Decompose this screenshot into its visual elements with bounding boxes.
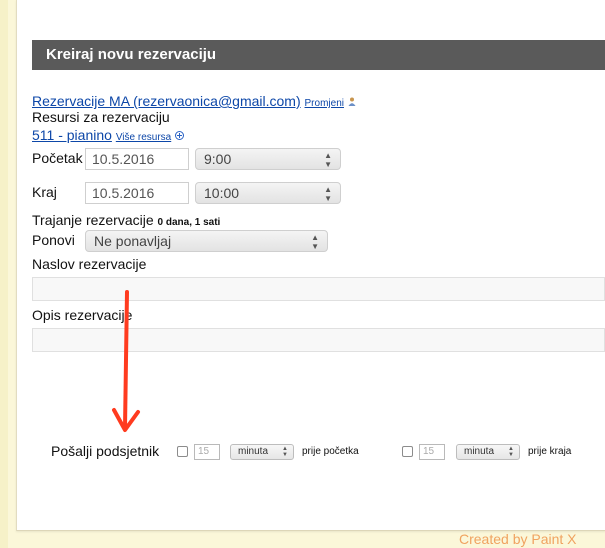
select-arrows-icon: ▲ ▼ bbox=[324, 185, 332, 203]
reminder-start-amount-input[interactable]: 15 bbox=[194, 444, 220, 460]
add-circle-icon[interactable] bbox=[175, 127, 185, 143]
start-label: Početak bbox=[32, 150, 83, 166]
reminder-label: Pošalji podsjetnik bbox=[51, 443, 160, 459]
more-resources-link[interactable]: Više resursa bbox=[116, 132, 171, 143]
start-date-input[interactable]: 10.5.2016 bbox=[85, 148, 189, 170]
end-time-value: 10:00 bbox=[204, 185, 240, 201]
repeat-select[interactable]: Ne ponavljaj ▲ ▼ bbox=[85, 230, 328, 252]
reminder-end-amount-input[interactable]: 15 bbox=[419, 444, 445, 460]
resource-item-link[interactable]: 511 - pianino bbox=[32, 127, 112, 143]
resources-row: 511 - pianino Više resursa bbox=[32, 127, 185, 143]
change-owner-link[interactable]: Promjeni bbox=[305, 98, 344, 109]
resources-label: Resursi za rezervaciju bbox=[32, 109, 170, 125]
end-label: Kraj bbox=[32, 184, 57, 200]
select-arrows-icon: ▲ ▼ bbox=[324, 151, 332, 169]
select-arrows-icon: ▲ ▼ bbox=[508, 446, 514, 458]
end-time-select[interactable]: 10:00 ▲ ▼ bbox=[195, 182, 341, 204]
select-arrows-icon: ▲ ▼ bbox=[311, 233, 319, 251]
end-date-input[interactable]: 10.5.2016 bbox=[85, 182, 189, 204]
reminder-start-unit-select[interactable]: minuta ▲ ▼ bbox=[230, 444, 294, 460]
title-label: Naslov rezervacije bbox=[32, 256, 147, 272]
user-icon[interactable] bbox=[348, 93, 356, 109]
reminder-start-suffix: prije početka bbox=[302, 446, 359, 457]
duration-label: Trajanje rezervacije bbox=[32, 212, 154, 228]
duration-row: Trajanje rezervacije 0 dana, 1 sati bbox=[32, 212, 220, 228]
reminder-end-checkbox[interactable] bbox=[402, 446, 413, 457]
page-margin bbox=[0, 0, 8, 548]
reminder-start-unit-value: minuta bbox=[238, 446, 269, 457]
reminder-end-unit-select[interactable]: minuta ▲ ▼ bbox=[456, 444, 520, 460]
repeat-value: Ne ponavljaj bbox=[94, 233, 172, 249]
duration-value: 0 dana, 1 sati bbox=[157, 217, 221, 228]
reminder-end-suffix: prije kraja bbox=[528, 446, 572, 457]
watermark: Created by Paint X bbox=[459, 531, 577, 547]
page-title: Kreiraj novu rezervaciju bbox=[32, 40, 605, 70]
select-arrows-icon: ▲ ▼ bbox=[282, 446, 288, 458]
start-time-select[interactable]: 9:00 ▲ ▼ bbox=[195, 148, 341, 170]
reminder-start-checkbox[interactable] bbox=[177, 446, 188, 457]
annotation-arrow-icon bbox=[112, 290, 140, 432]
start-time-value: 9:00 bbox=[204, 151, 232, 167]
owner-link[interactable]: Rezervacije MA (rezervaonica@gmail.com) bbox=[32, 93, 301, 109]
repeat-label: Ponovi bbox=[32, 232, 75, 248]
reminder-end-unit-value: minuta bbox=[464, 446, 495, 457]
owner-row: Rezervacije MA (rezervaonica@gmail.com) … bbox=[32, 93, 356, 109]
